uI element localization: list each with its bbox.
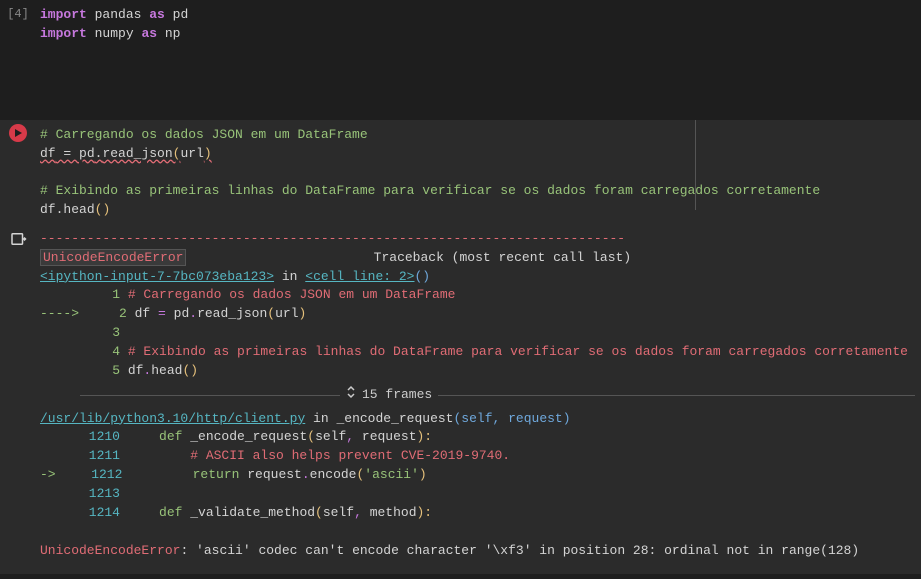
final-error-msg: 'ascii' codec can't encode character '\x… [196, 543, 859, 558]
code-cell-1: [4] import pandas as pd import numpy as … [0, 0, 921, 120]
frame-link-client[interactable]: /usr/lib/python3.10/http/client.py [40, 411, 305, 426]
output-collapse-icon[interactable] [9, 230, 27, 256]
error-class-name: UnicodeEncodeError [40, 249, 186, 266]
error-run-icon[interactable] [9, 124, 27, 142]
frames-toggle[interactable]: 15 frames [80, 385, 915, 406]
final-error-name: UnicodeEncodeError [40, 543, 180, 558]
code-editor-2[interactable]: # Carregando os dados JSON em um DataFra… [36, 120, 921, 226]
output-area: ----------------------------------------… [0, 226, 921, 574]
frames-count-label: 15 frames [362, 386, 432, 405]
code-cell-2: # Carregando os dados JSON em um DataFra… [0, 120, 921, 226]
exec-count: [4] [0, 0, 36, 50]
comment-line: # Carregando os dados JSON em um DataFra… [40, 127, 368, 142]
frame-link-cellline[interactable]: <cell line: 2> [305, 269, 414, 284]
kw-import: import [40, 7, 87, 22]
cursor-indicator [695, 120, 696, 210]
dash-separator: ----------------------------------------… [40, 230, 915, 249]
expand-collapse-icon [346, 385, 356, 406]
traceback-label: Traceback (most recent call last) [374, 250, 631, 265]
traceback[interactable]: ----------------------------------------… [36, 226, 921, 566]
code-editor-1[interactable]: import pandas as pd import numpy as np [36, 0, 921, 50]
frame-link-ipython[interactable]: <ipython-input-7-7bc073eba123> [40, 269, 274, 284]
